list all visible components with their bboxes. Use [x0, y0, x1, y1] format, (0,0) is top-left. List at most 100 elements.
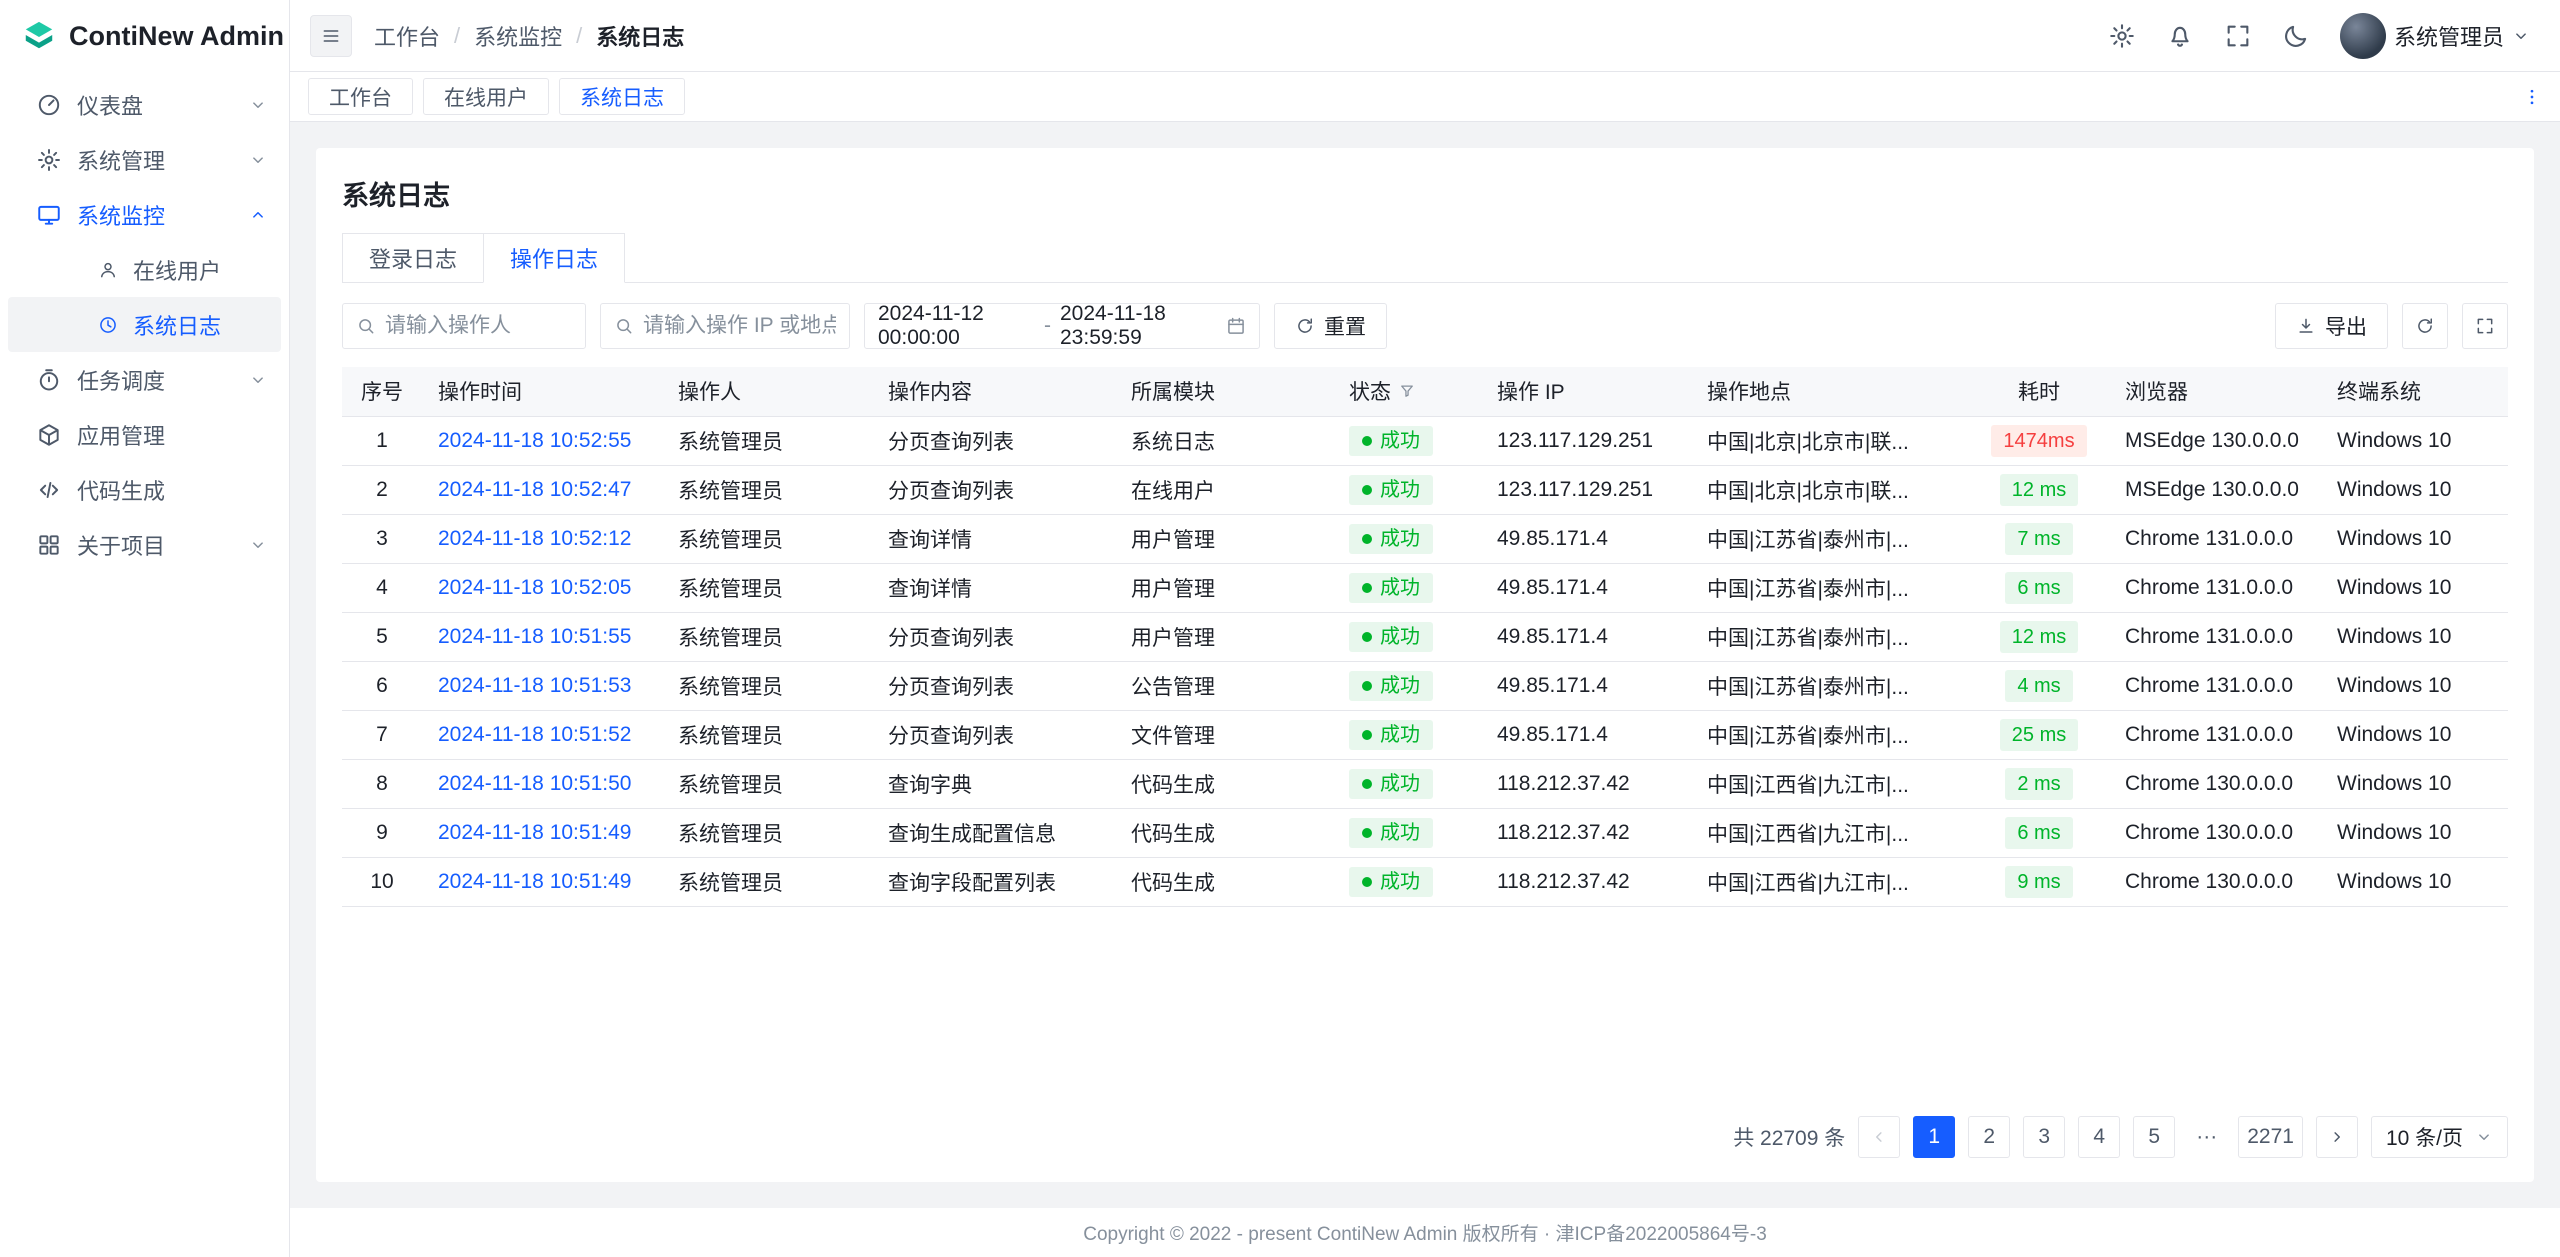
ip-search-input[interactable]: [643, 314, 836, 338]
status-dot: [1362, 485, 1372, 495]
fullscreen-toggle-button[interactable]: [2224, 22, 2252, 50]
page-button-2[interactable]: 2: [1968, 1116, 2010, 1158]
reset-button[interactable]: 重置: [1274, 303, 1387, 349]
chevron-down-icon: [2512, 27, 2530, 45]
sidebar-item-online-users[interactable]: 在线用户: [8, 242, 281, 297]
tab-operation-log[interactable]: 操作日志: [483, 233, 625, 283]
chevron-down-icon: [249, 96, 267, 114]
breadcrumb-item[interactable]: 工作台: [374, 20, 440, 52]
breadcrumb-item[interactable]: 系统监控: [474, 20, 562, 52]
time-link[interactable]: 2024-11-18 10:52:47: [438, 478, 631, 501]
page-button-last[interactable]: 2271: [2238, 1116, 2303, 1158]
download-icon: [2296, 316, 2316, 336]
app-logo[interactable]: ContiNew Admin: [0, 0, 289, 72]
table-row: 72024-11-18 10:51:52系统管理员分页查询列表文件管理成功49.…: [342, 710, 2508, 759]
sidebar-item-system-management[interactable]: 系统管理: [8, 132, 281, 187]
page-button-1[interactable]: 1: [1913, 1116, 1955, 1158]
ip-search-field[interactable]: [600, 303, 850, 349]
operator-search-input[interactable]: [385, 314, 572, 338]
time-link[interactable]: 2024-11-18 10:51:55: [438, 625, 631, 648]
time-link[interactable]: 2024-11-18 10:51:49: [438, 821, 631, 844]
duration-badge: 1474ms: [1991, 425, 2086, 457]
cell-os: Windows 10: [2321, 661, 2508, 710]
sidebar-item-dashboard[interactable]: 仪表盘: [8, 77, 281, 132]
tab-label: 工作台: [329, 82, 392, 112]
cell-ip: 49.85.171.4: [1481, 710, 1691, 759]
cell-module: 代码生成: [1115, 857, 1333, 906]
page-button-4[interactable]: 4: [2078, 1116, 2120, 1158]
cell-browser: MSEdge 130.0.0.0: [2109, 416, 2321, 465]
page-button-5[interactable]: 5: [2133, 1116, 2175, 1158]
duration-badge: 25 ms: [2000, 719, 2078, 751]
sidebar-item-task-schedule[interactable]: 任务调度: [8, 352, 281, 407]
tab-login-log[interactable]: 登录日志: [342, 233, 484, 283]
cell-operator: 系统管理员: [662, 759, 872, 808]
sidebar-item-system-monitor[interactable]: 系统监控: [8, 187, 281, 242]
cell-status: 成功: [1333, 612, 1481, 661]
cell-status: 成功: [1333, 857, 1481, 906]
page-ellipsis[interactable]: ···: [2188, 1116, 2225, 1158]
cell-status: 成功: [1333, 710, 1481, 759]
cell-browser: Chrome 131.0.0.0: [2109, 612, 2321, 661]
notifications-button[interactable]: [2166, 22, 2194, 50]
tab-online-users[interactable]: 在线用户: [423, 78, 549, 115]
sidebar-item-about-project[interactable]: 关于项目: [8, 517, 281, 572]
chevron-up-icon: [249, 206, 267, 224]
table-row: 22024-11-18 10:52:47系统管理员分页查询列表在线用户成功123…: [342, 465, 2508, 514]
cell-os: Windows 10: [2321, 759, 2508, 808]
cell-os: Windows 10: [2321, 857, 2508, 906]
user-menu[interactable]: 系统管理员: [2340, 13, 2530, 59]
tab-label: 在线用户: [444, 82, 528, 112]
time-link[interactable]: 2024-11-18 10:52:55: [438, 429, 631, 452]
col-time: 操作时间: [422, 367, 662, 416]
tab-workbench[interactable]: 工作台: [308, 78, 413, 115]
time-link[interactable]: 2024-11-18 10:51:50: [438, 772, 631, 795]
time-link[interactable]: 2024-11-18 10:51:53: [438, 674, 631, 697]
dashboard-icon: [36, 92, 62, 118]
cell-index: 10: [342, 857, 422, 906]
status-badge: 成功: [1349, 524, 1433, 554]
dark-mode-toggle-button[interactable]: [2282, 22, 2310, 50]
logo-icon: [22, 19, 56, 53]
system-log-card: 系统日志 登录日志 操作日志 2024-11-12 00:00:: [316, 148, 2534, 1182]
time-link[interactable]: 2024-11-18 10:52:12: [438, 527, 631, 550]
app-icon: [36, 422, 62, 448]
cell-os: Windows 10: [2321, 416, 2508, 465]
sidebar-item-app-management[interactable]: 应用管理: [8, 407, 281, 462]
cell-ip: 49.85.171.4: [1481, 514, 1691, 563]
cell-location: 中国|江苏省|泰州市|...: [1691, 710, 1969, 759]
table-fullscreen-button[interactable]: [2462, 303, 2508, 349]
prev-page-button[interactable]: [1858, 1116, 1900, 1158]
page-size-select[interactable]: 10 条/页: [2371, 1116, 2508, 1158]
cell-location: 中国|江西省|九江市|...: [1691, 857, 1969, 906]
filter-funnel-icon: [1398, 382, 1416, 400]
cell-os: Windows 10: [2321, 465, 2508, 514]
cell-os: Windows 10: [2321, 612, 2508, 661]
cell-duration: 12 ms: [1969, 465, 2109, 514]
tab-system-log[interactable]: 系统日志: [559, 78, 685, 115]
tab-more-button[interactable]: [2522, 87, 2542, 107]
time-link[interactable]: 2024-11-18 10:52:05: [438, 576, 631, 599]
sidebar-item-system-log[interactable]: 系统日志: [8, 297, 281, 352]
refresh-table-button[interactable]: [2402, 303, 2448, 349]
date-end-value: 2024-11-18 23:59:59: [1060, 302, 1217, 350]
operator-search-field[interactable]: [342, 303, 586, 349]
date-range-picker[interactable]: 2024-11-12 00:00:00 - 2024-11-18 23:59:5…: [864, 303, 1260, 349]
app-root: ContiNew Admin 仪表盘 系统管理 系统监控 在线用户: [0, 0, 2560, 1257]
settings-button[interactable]: [2108, 22, 2136, 50]
cell-duration: 6 ms: [1969, 563, 2109, 612]
export-button[interactable]: 导出: [2275, 303, 2388, 349]
breadcrumb: 工作台 / 系统监控 / 系统日志: [374, 20, 684, 52]
duration-badge: 9 ms: [2005, 866, 2072, 898]
next-page-button[interactable]: [2316, 1116, 2358, 1158]
status-filter-button[interactable]: [1398, 382, 1416, 400]
cell-ip: 118.212.37.42: [1481, 808, 1691, 857]
sidebar-item-code-generation[interactable]: 代码生成: [8, 462, 281, 517]
topbar-actions: 系统管理员: [2108, 13, 2530, 59]
status-badge: 成功: [1349, 867, 1433, 897]
collapse-sidebar-button[interactable]: [310, 15, 352, 57]
time-link[interactable]: 2024-11-18 10:51:52: [438, 723, 631, 746]
page-button-3[interactable]: 3: [2023, 1116, 2065, 1158]
time-link[interactable]: 2024-11-18 10:51:49: [438, 870, 631, 893]
export-button-label: 导出: [2325, 311, 2367, 341]
